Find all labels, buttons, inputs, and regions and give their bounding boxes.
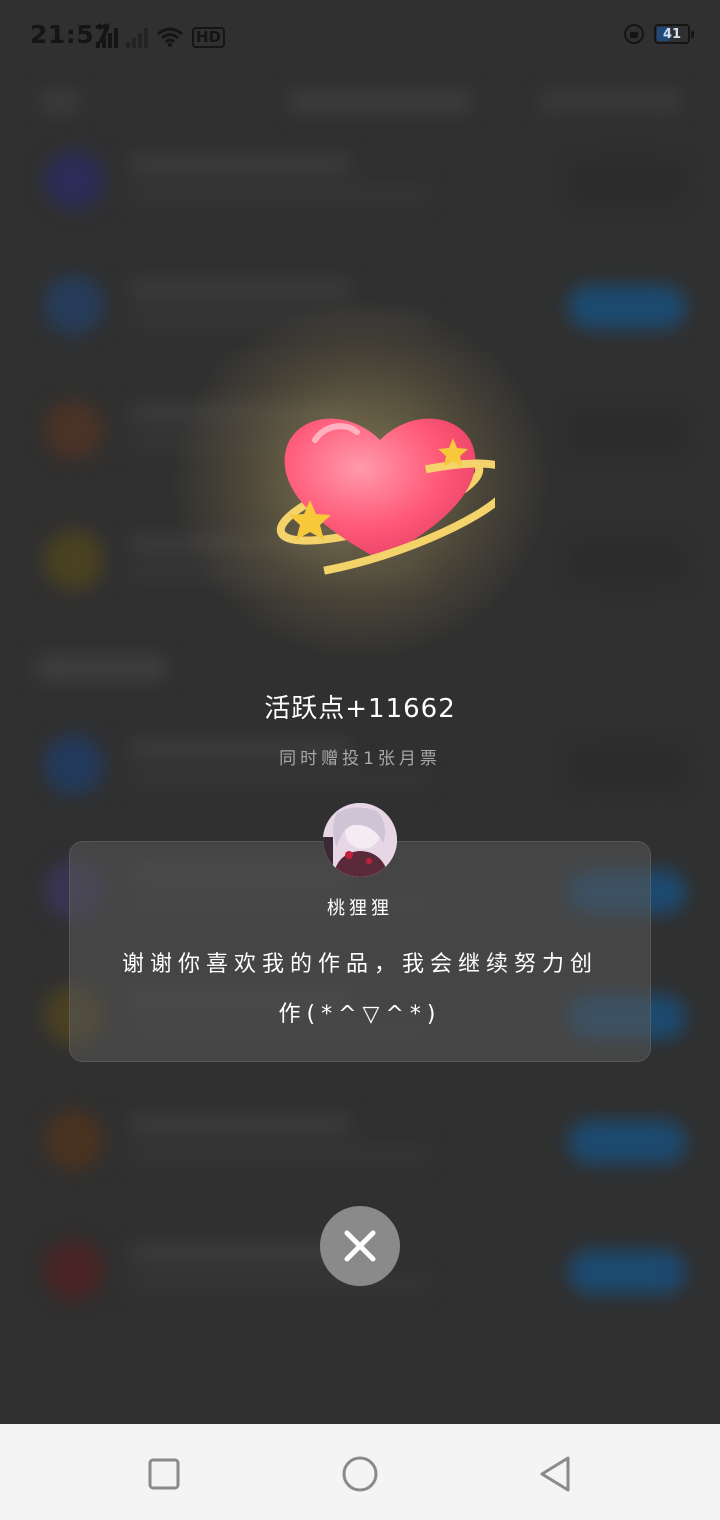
triangle-back-icon xyxy=(540,1456,570,1492)
recent-apps-button[interactable] xyxy=(142,1452,186,1496)
close-button[interactable] xyxy=(320,1206,400,1286)
author-message-text: 谢谢你喜欢我的作品，我会继续努力创作(*^▽^*) xyxy=(121,952,598,1027)
active-points-text: 活跃点+11662 xyxy=(264,694,456,724)
circle-icon xyxy=(342,1456,378,1492)
reward-popup: 活跃点+11662 同时赠投1张月票 桃狸狸 谢谢你喜欢我的作品，我会继续努力创… xyxy=(0,0,720,1424)
square-icon xyxy=(148,1458,180,1490)
heart-planet-icon xyxy=(276,418,495,575)
navigation-bar xyxy=(0,1424,720,1520)
avatar-image xyxy=(323,803,397,877)
back-button[interactable] xyxy=(534,1452,578,1496)
close-icon xyxy=(344,1230,376,1262)
monthly-ticket-text: 同时赠投1张月票 xyxy=(279,749,441,769)
author-avatar[interactable] xyxy=(323,803,397,877)
screen: 21:57 4G HD 41 活跃点+11662 同时赠投1张月票 桃狸狸 谢谢… xyxy=(0,0,720,1520)
author-name: 桃狸狸 xyxy=(327,898,393,919)
home-button[interactable] xyxy=(338,1452,382,1496)
